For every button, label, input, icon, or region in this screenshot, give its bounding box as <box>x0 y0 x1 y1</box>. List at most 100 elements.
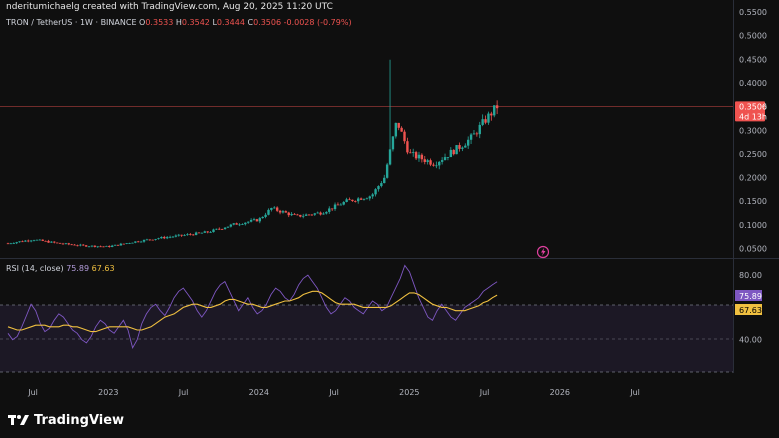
time-axis[interactable]: Jul 2023 Jul 2024 Jul 2025 Jul 2026 Jul <box>27 388 640 397</box>
candle-body[interactable] <box>61 243 65 245</box>
candle-body[interactable] <box>394 122 398 137</box>
candle-body[interactable] <box>131 242 134 244</box>
candle-body[interactable] <box>406 141 409 153</box>
candle-body[interactable] <box>478 124 481 135</box>
candle-body[interactable] <box>108 245 111 247</box>
candle-body[interactable] <box>284 211 288 213</box>
candle-body[interactable] <box>345 199 348 202</box>
candle-body[interactable] <box>330 208 334 210</box>
candle-body[interactable] <box>455 145 458 155</box>
candle-body[interactable] <box>458 145 461 149</box>
candle-body[interactable] <box>174 235 178 237</box>
candle-body[interactable] <box>411 152 415 153</box>
candle-body[interactable] <box>220 228 224 230</box>
candle-body[interactable] <box>310 214 314 216</box>
candle-body[interactable] <box>383 177 386 184</box>
candle-body[interactable] <box>197 232 201 234</box>
candle-body[interactable] <box>417 154 421 159</box>
candle-body[interactable] <box>79 244 82 246</box>
candle-body[interactable] <box>336 204 340 206</box>
candle-body[interactable] <box>432 164 435 166</box>
candle-body[interactable] <box>414 152 418 159</box>
candle-body[interactable] <box>142 239 146 242</box>
candle-body[interactable] <box>362 198 366 200</box>
candle-body[interactable] <box>440 160 444 162</box>
candle-body[interactable] <box>449 149 453 158</box>
candle-body[interactable] <box>342 201 345 205</box>
candle-body[interactable] <box>452 149 455 155</box>
candle-body[interactable] <box>90 245 94 247</box>
candle-body[interactable] <box>119 243 123 246</box>
candle-body[interactable] <box>391 136 395 150</box>
candle-body[interactable] <box>12 243 15 245</box>
candle-body[interactable] <box>278 210 282 213</box>
candle-body[interactable] <box>374 189 377 195</box>
candle-body[interactable] <box>189 234 192 236</box>
candle-body[interactable] <box>313 213 316 215</box>
candle-body[interactable] <box>235 223 238 225</box>
candle-body[interactable] <box>377 186 380 190</box>
candle-body[interactable] <box>194 232 198 236</box>
candle-body[interactable] <box>70 244 73 246</box>
candle-body[interactable] <box>423 159 426 162</box>
candle-body[interactable] <box>409 152 412 154</box>
price-axis[interactable]: 0.55000.50000.45000.40000.35000.30000.25… <box>739 8 767 254</box>
candle-body[interactable] <box>128 243 131 244</box>
candle-body[interactable] <box>293 213 296 215</box>
candle-body[interactable] <box>110 245 114 247</box>
candle-body[interactable] <box>212 229 215 233</box>
candle-body[interactable] <box>64 243 68 245</box>
candle-body[interactable] <box>255 219 259 222</box>
price-pane[interactable] <box>0 12 733 258</box>
candle-body[interactable] <box>134 241 137 243</box>
symbol-name[interactable]: TRON / TetherUS · 1W · BINANCE <box>6 18 137 27</box>
candle-body[interactable] <box>87 246 91 248</box>
candle-body[interactable] <box>328 208 331 212</box>
candle-body[interactable] <box>403 131 406 142</box>
candle-body[interactable] <box>296 214 299 216</box>
candle-body[interactable] <box>484 119 487 123</box>
candle-body[interactable] <box>380 183 383 187</box>
candle-body[interactable] <box>446 157 450 158</box>
candle-body[interactable] <box>50 241 53 243</box>
candle-body[interactable] <box>487 113 490 123</box>
candle-body[interactable] <box>252 219 256 221</box>
candle-body[interactable] <box>348 199 351 201</box>
candle-body[interactable] <box>397 122 400 128</box>
candle-body[interactable] <box>359 198 363 200</box>
candle-body[interactable] <box>84 245 88 247</box>
candle-body[interactable] <box>261 216 264 219</box>
candle-body[interactable] <box>316 212 319 214</box>
candle-body[interactable] <box>307 214 311 216</box>
candle-body[interactable] <box>165 237 169 239</box>
candle-body[interactable] <box>281 211 285 213</box>
candle-body[interactable] <box>429 160 432 165</box>
rsi-legend-label[interactable]: RSI (14, close) <box>6 264 64 273</box>
candle-body[interactable] <box>472 133 476 135</box>
candle-body[interactable] <box>238 224 241 226</box>
candle-body[interactable] <box>9 243 13 245</box>
candle-body[interactable] <box>469 134 473 140</box>
candle-body[interactable] <box>168 236 172 238</box>
candle-body[interactable] <box>354 201 357 202</box>
candle-body[interactable] <box>319 212 322 215</box>
candle-body[interactable] <box>322 213 325 215</box>
candle-body[interactable] <box>209 232 212 233</box>
candle-body[interactable] <box>302 215 305 217</box>
candle-body[interactable] <box>426 160 429 162</box>
candle-body[interactable] <box>183 235 186 236</box>
candle-body[interactable] <box>105 245 108 247</box>
candle-body[interactable] <box>99 246 102 248</box>
candle-body[interactable] <box>304 214 308 216</box>
candle-body[interactable] <box>24 240 27 242</box>
candle-body[interactable] <box>267 209 270 215</box>
candle-body[interactable] <box>275 207 279 211</box>
candle-body[interactable] <box>371 194 374 197</box>
candle-body[interactable] <box>495 105 499 109</box>
candle-body[interactable] <box>137 241 140 243</box>
candle-body[interactable] <box>35 239 39 241</box>
candle-body[interactable] <box>38 239 42 241</box>
candle-body[interactable] <box>93 245 97 247</box>
candle-body[interactable] <box>368 196 371 199</box>
candle-body[interactable] <box>400 127 403 132</box>
